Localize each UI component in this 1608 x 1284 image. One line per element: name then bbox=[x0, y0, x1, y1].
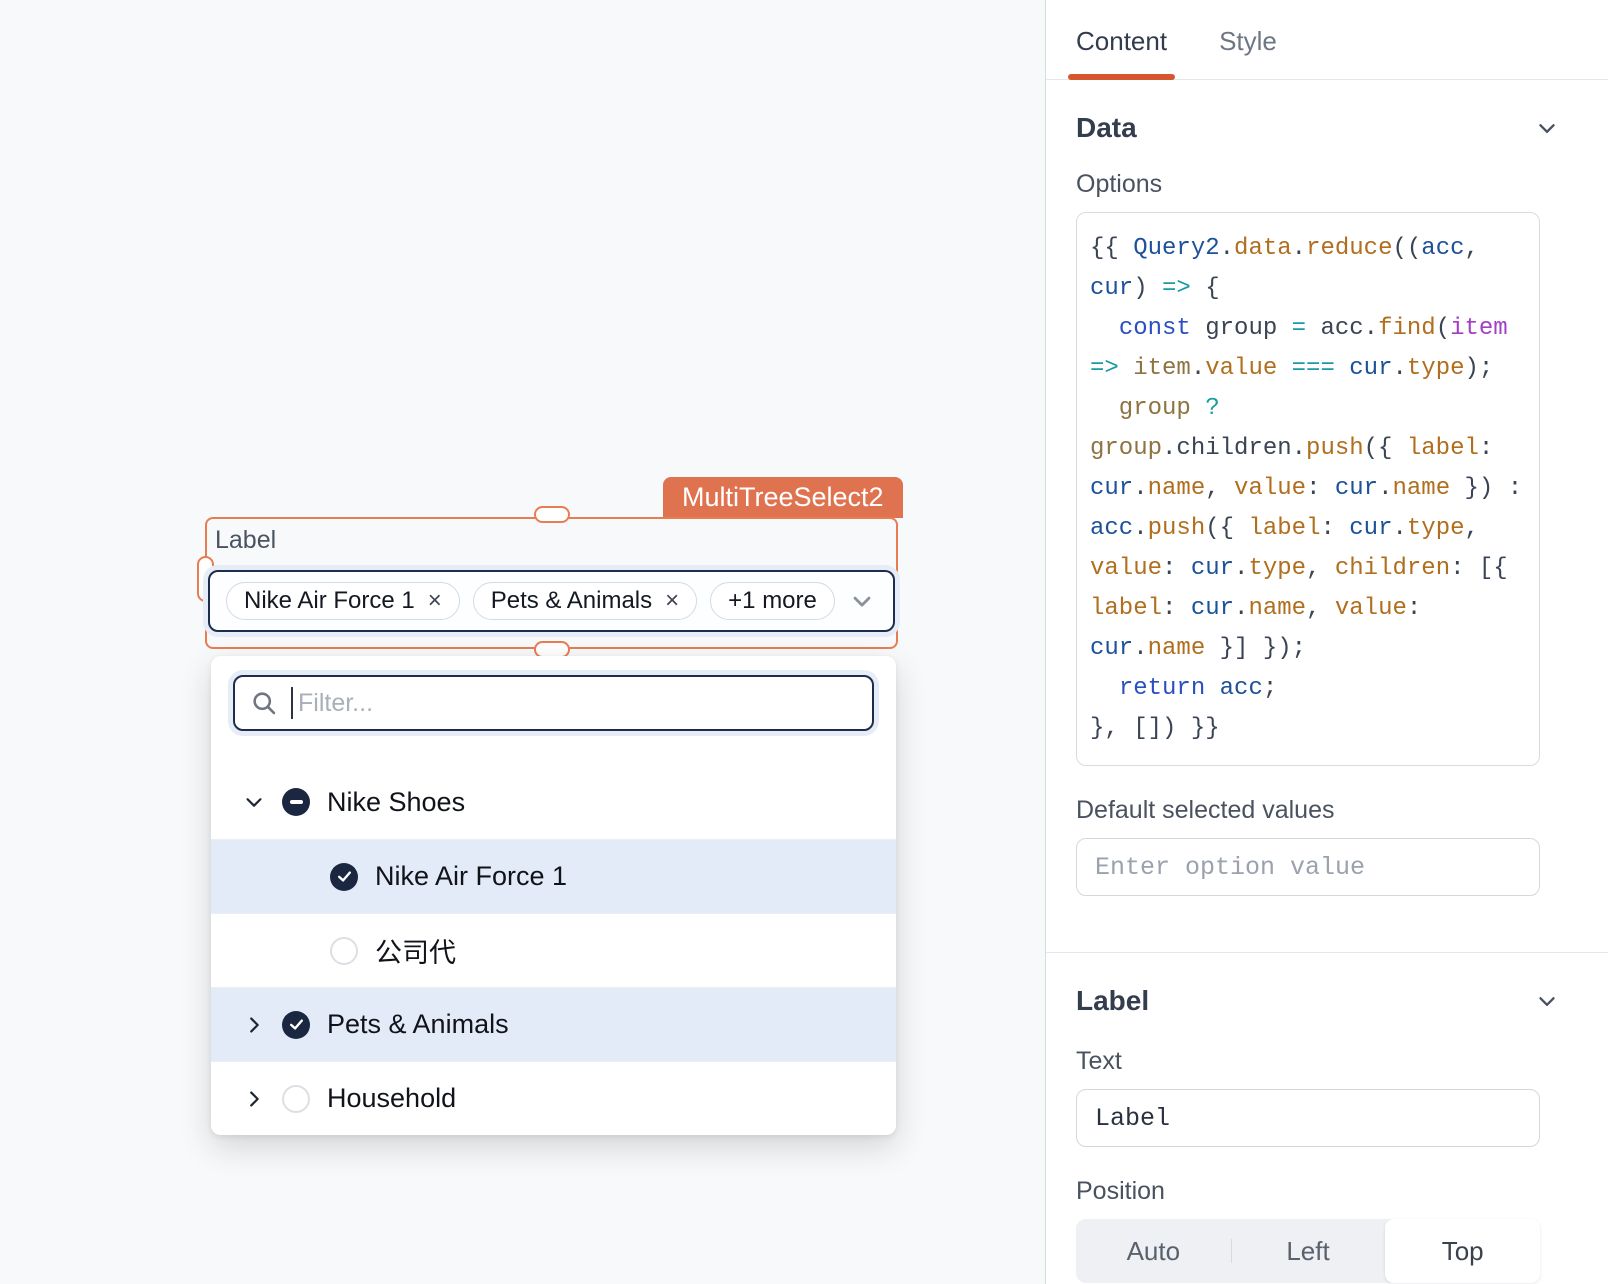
text-cursor bbox=[291, 687, 293, 719]
tree-item-item[interactable]: 公司代 bbox=[211, 913, 896, 987]
chevron-icon[interactable] bbox=[243, 1088, 265, 1110]
inspector-tabs: Content Style bbox=[1046, 0, 1608, 80]
text-label: Text bbox=[1076, 1047, 1560, 1076]
tree-item-pets-animals[interactable]: Pets & Animals bbox=[211, 987, 896, 1061]
tab-content[interactable]: Content bbox=[1076, 0, 1167, 79]
position-label: Position bbox=[1076, 1177, 1560, 1206]
label-section: Label Text Position AutoLeftTop bbox=[1076, 953, 1560, 1283]
position-segmented-control: AutoLeftTop bbox=[1076, 1219, 1540, 1283]
search-icon bbox=[250, 689, 278, 717]
tree-item-label: Nike Air Force 1 bbox=[375, 861, 567, 892]
selection-handle-top[interactable] bbox=[534, 506, 570, 523]
position-option-top[interactable]: Top bbox=[1385, 1219, 1540, 1283]
default-selected-values-input[interactable] bbox=[1076, 838, 1540, 896]
remove-tag-icon[interactable]: × bbox=[665, 589, 679, 613]
inspector-panel: Content Style Data Options {{ Query2.data… bbox=[1045, 0, 1608, 1284]
tree-item-label: Pets & Animals bbox=[327, 1009, 509, 1040]
default-selected-values-label: Default selected values bbox=[1076, 796, 1560, 825]
options-label: Options bbox=[1076, 170, 1560, 199]
position-option-auto[interactable]: Auto bbox=[1076, 1219, 1231, 1283]
checkbox[interactable] bbox=[330, 937, 358, 965]
checkbox[interactable] bbox=[282, 1011, 310, 1039]
selected-tag-label: Pets & Animals bbox=[491, 587, 652, 615]
checkbox[interactable] bbox=[282, 1085, 310, 1113]
data-section: Data Options {{ Query2.data.reduce((acc,… bbox=[1076, 80, 1560, 896]
component-name-badge[interactable]: MultiTreeSelect2 bbox=[663, 477, 903, 518]
tree-item-nike-shoes[interactable]: Nike Shoes bbox=[211, 765, 896, 839]
multiselect-field[interactable]: Nike Air Force 1 × Pets & Animals × +1 m… bbox=[208, 570, 895, 632]
selected-tag-label: Nike Air Force 1 bbox=[244, 587, 415, 615]
chevron-down-icon[interactable] bbox=[1534, 988, 1560, 1014]
remove-tag-icon[interactable]: × bbox=[428, 589, 442, 613]
chevron-down-icon[interactable] bbox=[1534, 115, 1560, 141]
label-text-input[interactable] bbox=[1076, 1089, 1540, 1147]
filter-input[interactable] bbox=[298, 689, 857, 718]
options-tree: Nike Shoes Nike Air Force 1 公司代 Pets & A… bbox=[211, 765, 896, 1135]
tree-item-household[interactable]: Household bbox=[211, 1061, 896, 1135]
selected-tag-pets-animals[interactable]: Pets & Animals × bbox=[473, 582, 697, 620]
tree-item-label: Nike Shoes bbox=[327, 787, 465, 818]
canvas: MultiTreeSelect2 Label Nike Air Force 1 … bbox=[0, 0, 1045, 1284]
checkbox[interactable] bbox=[282, 788, 310, 816]
position-option-left[interactable]: Left bbox=[1231, 1219, 1386, 1283]
selected-tag-nike-air-force-1[interactable]: Nike Air Force 1 × bbox=[226, 582, 460, 620]
tab-style[interactable]: Style bbox=[1219, 0, 1277, 79]
overflow-tag[interactable]: +1 more bbox=[710, 582, 835, 620]
chevron-icon[interactable] bbox=[243, 1014, 265, 1036]
options-code-editor[interactable]: {{ Query2.data.reduce((acc,cur) => { con… bbox=[1076, 212, 1540, 766]
filter-field[interactable] bbox=[233, 675, 874, 731]
checkbox[interactable] bbox=[330, 863, 358, 891]
chevron-down-icon[interactable] bbox=[848, 587, 876, 615]
tree-item-label: 公司代 bbox=[375, 931, 456, 970]
data-section-title: Data bbox=[1076, 112, 1137, 144]
tree-item-label: Household bbox=[327, 1083, 456, 1114]
component-label: Label bbox=[215, 526, 276, 555]
label-section-title: Label bbox=[1076, 985, 1149, 1017]
dropdown-panel: Nike Shoes Nike Air Force 1 公司代 Pets & A… bbox=[211, 656, 896, 1135]
tree-item-nike-air-force-1[interactable]: Nike Air Force 1 bbox=[211, 839, 896, 913]
chevron-icon[interactable] bbox=[243, 791, 265, 813]
